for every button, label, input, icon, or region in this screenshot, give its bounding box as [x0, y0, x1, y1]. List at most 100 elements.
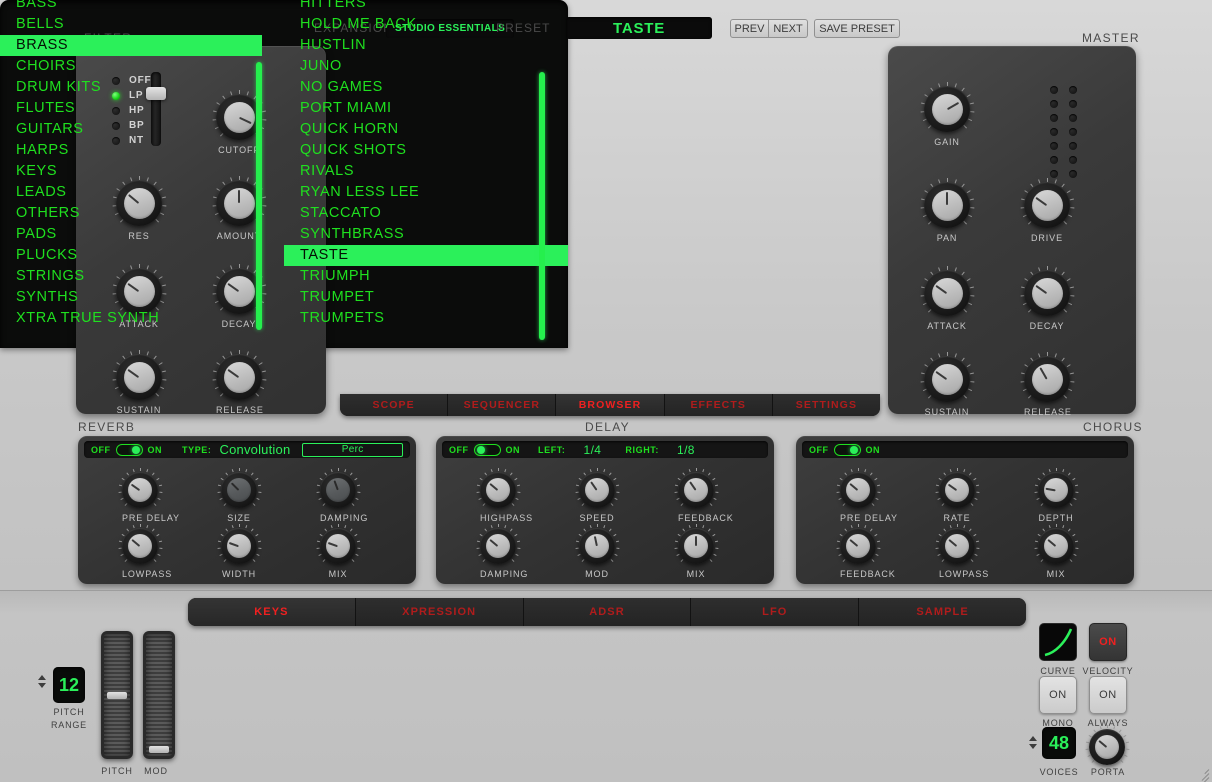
list-item[interactable]: CHOIRS — [0, 56, 262, 77]
pitch-range-up-icon[interactable] — [38, 675, 46, 680]
list-item[interactable]: TRUMPET — [284, 287, 568, 308]
knob-dial[interactable] — [1024, 182, 1070, 228]
knob-dial[interactable] — [122, 472, 158, 508]
list-item[interactable]: FLUTES — [0, 98, 262, 119]
voices-stepper[interactable] — [1029, 736, 1037, 749]
prev-preset-button[interactable]: PREV — [730, 19, 769, 38]
knob-dial[interactable] — [840, 528, 876, 564]
list-item[interactable]: RYAN LESS LEE — [284, 182, 568, 203]
knob-pre-delay[interactable]: PRE DELAY — [836, 468, 897, 523]
knob-dial[interactable] — [1038, 528, 1074, 564]
list-item[interactable]: STRINGS — [0, 266, 262, 287]
knob-dial[interactable] — [579, 472, 615, 508]
pitch-range-down-icon[interactable] — [38, 683, 46, 688]
knob-sustain[interactable]: SUSTAIN — [920, 352, 974, 417]
voices-down-icon[interactable] — [1029, 744, 1037, 749]
keyboard-tab-bar[interactable]: KEYS XPRESSION ADSR LFO SAMPLE — [188, 598, 1026, 626]
chorus-toggle-switch[interactable] — [833, 443, 861, 456]
pitch-wheel[interactable] — [101, 631, 133, 759]
preset-list-scrollbar[interactable] — [539, 72, 545, 340]
list-item[interactable]: GUITARS — [0, 119, 262, 140]
knob-dial[interactable] — [924, 270, 970, 316]
knob-lowpass[interactable]: LOWPASS — [118, 524, 171, 579]
list-item[interactable]: JUNO — [284, 56, 568, 77]
tab-settings[interactable]: SETTINGS — [772, 394, 880, 416]
mono-button[interactable]: ON — [1039, 676, 1077, 714]
list-item[interactable]: NO GAMES — [284, 77, 568, 98]
tab-sequencer[interactable]: SEQUENCER — [448, 394, 557, 416]
delay-power-toggle[interactable]: OFF ON — [449, 443, 520, 456]
porta-knob[interactable] — [1085, 725, 1129, 765]
knob-dial[interactable] — [678, 528, 714, 564]
mod-wheel[interactable] — [143, 631, 175, 759]
knob-dial[interactable] — [939, 528, 975, 564]
keys-tab-xpression[interactable]: XPRESSION — [355, 598, 524, 626]
knob-size[interactable]: SIZE — [217, 468, 261, 523]
list-item[interactable]: SYNTHBRASS — [284, 224, 568, 245]
knob-release[interactable]: RELEASE — [1020, 352, 1074, 417]
knob-pre-delay[interactable]: PRE DELAY — [118, 468, 179, 523]
knob-dial[interactable] — [924, 182, 970, 228]
knob-dial[interactable] — [924, 356, 970, 402]
list-item[interactable]: RIVALS — [284, 161, 568, 182]
knob-dial[interactable] — [924, 86, 970, 132]
list-item[interactable]: BELLS — [0, 14, 262, 35]
mod-wheel-handle[interactable] — [149, 746, 169, 753]
list-item[interactable]: LEADS — [0, 182, 262, 203]
knob-dial[interactable] — [116, 354, 162, 400]
pitch-range-display[interactable]: 12 — [53, 667, 85, 703]
list-item[interactable]: PORT MIAMI — [284, 98, 568, 119]
list-item[interactable]: KEYS — [0, 161, 262, 182]
knob-dial[interactable] — [480, 528, 516, 564]
reverb-ir-selector[interactable]: Perc — [302, 442, 403, 457]
knob-feedback[interactable]: FEEDBACK — [836, 524, 895, 579]
list-item[interactable]: QUICK SHOTS — [284, 140, 568, 161]
knob-dial[interactable] — [1024, 356, 1070, 402]
knob-sustain[interactable]: SUSTAIN — [112, 350, 166, 415]
keys-tab-adsr[interactable]: ADSR — [523, 598, 692, 626]
tab-effects[interactable]: EFFECTS — [664, 394, 773, 416]
knob-mix[interactable]: MIX — [674, 524, 718, 579]
velocity-button[interactable]: ON — [1089, 623, 1127, 661]
preset-display[interactable]: TASTE — [566, 17, 712, 39]
velocity-curve-display[interactable] — [1039, 623, 1077, 661]
knob-damping[interactable]: DAMPING — [316, 468, 367, 523]
knob-dial[interactable] — [221, 528, 257, 564]
keys-tab-keys[interactable]: KEYS — [188, 598, 356, 626]
list-item[interactable]: TRUMPETS — [284, 308, 568, 329]
knob-dial[interactable] — [480, 472, 516, 508]
knob-dial[interactable] — [840, 472, 876, 508]
reverb-toggle-switch[interactable] — [115, 443, 143, 456]
category-list[interactable]: BASS BELLS BRASS CHOIRS DRUM KITS FLUTES GUITA… — [0, 0, 262, 348]
knob-dial[interactable] — [939, 472, 975, 508]
knob-dial[interactable] — [1038, 472, 1074, 508]
knob-dial[interactable] — [1089, 729, 1125, 765]
list-item[interactable]: DRUM KITS — [0, 77, 262, 98]
voices-up-icon[interactable] — [1029, 736, 1037, 741]
delay-right-value[interactable]: 1/8 — [677, 443, 695, 457]
knob-feedback[interactable]: FEEDBACK — [674, 468, 733, 523]
knob-mix[interactable]: MIX — [316, 524, 360, 579]
knob-width[interactable]: WIDTH — [217, 524, 261, 579]
knob-dial[interactable] — [320, 528, 356, 564]
save-preset-button[interactable]: SAVE PRESET — [814, 19, 900, 38]
list-item-selected[interactable]: TASTE — [284, 245, 568, 266]
tab-browser[interactable]: BROWSER — [556, 394, 665, 416]
delay-left-value[interactable]: 1/4 — [584, 443, 602, 457]
knob-mix[interactable]: MIX — [1034, 524, 1078, 579]
knob-attack[interactable]: ATTACK — [920, 266, 974, 331]
knob-release[interactable]: RELEASE — [212, 350, 266, 415]
next-preset-button[interactable]: NEXT — [769, 19, 808, 38]
list-item-selected[interactable]: BRASS — [0, 35, 262, 56]
knob-damping[interactable]: DAMPING — [476, 524, 527, 579]
voices-display[interactable]: 48 — [1042, 727, 1076, 759]
list-item[interactable]: HITTERS — [284, 0, 568, 14]
knob-lowpass[interactable]: LOWPASS — [935, 524, 988, 579]
list-item[interactable]: HUSTLIN — [284, 35, 568, 56]
list-item[interactable]: STACCATO — [284, 203, 568, 224]
preset-list[interactable]: HITTERS HOLD ME BACK HUSTLIN JUNO NO GAMES PO… — [284, 0, 568, 348]
pitch-range-stepper[interactable] — [38, 675, 46, 688]
list-item[interactable]: OTHERS — [0, 203, 262, 224]
knob-pan[interactable]: PAN — [920, 178, 974, 243]
knob-gain[interactable]: GAIN — [920, 82, 974, 147]
